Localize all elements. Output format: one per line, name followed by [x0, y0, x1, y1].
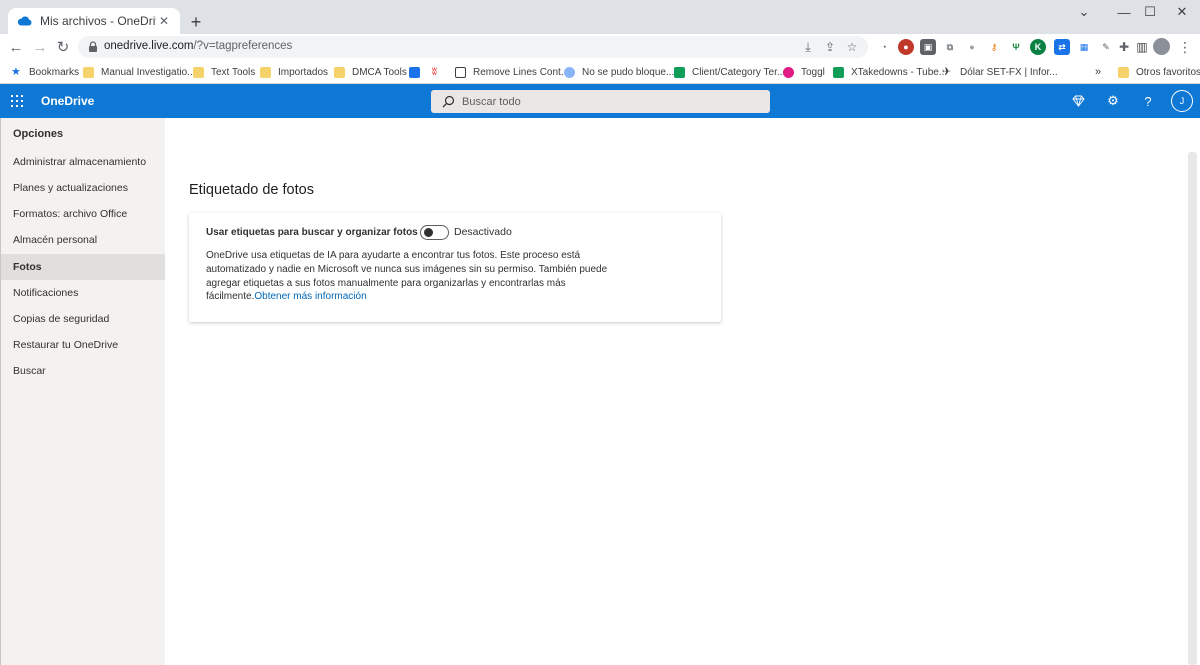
- install-app-icon[interactable]: ⤓: [800, 39, 816, 55]
- photo-tagging-toggle[interactable]: [420, 225, 449, 240]
- bookmark-item[interactable]: Text Tools: [193, 64, 255, 80]
- folder-icon: [83, 66, 94, 78]
- tab-title: Mis archivos - OneDrive: [40, 14, 156, 28]
- bookmark-squiggle-icon[interactable]: ʬ: [432, 64, 443, 80]
- bookmark-item[interactable]: Remove Lines Cont...: [455, 64, 569, 80]
- folder-icon: [260, 66, 271, 78]
- bookmark-item[interactable]: Toggl: [783, 64, 825, 80]
- help-icon[interactable]: ?: [1138, 91, 1158, 111]
- folder-icon: [193, 66, 204, 78]
- star-icon: ★: [11, 65, 21, 78]
- search-icon: [442, 95, 455, 108]
- premium-diamond-icon[interactable]: [1068, 91, 1088, 111]
- extension-adblock-icon[interactable]: ●: [898, 39, 914, 55]
- chart-icon: ✈: [942, 65, 952, 78]
- sidebar-item-almacen-personal[interactable]: Almacén personal: [1, 227, 166, 253]
- extension-translate-icon[interactable]: ⇄: [1054, 39, 1070, 55]
- bookmark-item[interactable]: DMCA Tools: [334, 64, 407, 80]
- toggl-icon: [783, 66, 794, 78]
- extension-eyedropper-icon[interactable]: ✎: [1098, 39, 1114, 55]
- bookmark-nine-icon[interactable]: [409, 64, 420, 80]
- sheets-icon: [674, 66, 685, 78]
- lock-icon: [86, 40, 100, 54]
- onedrive-header: OneDrive ⚙ ? J: [0, 84, 1200, 118]
- extension-fork-icon[interactable]: Ψ: [1008, 39, 1024, 55]
- extension-k-icon[interactable]: K: [1030, 39, 1046, 55]
- side-panel-icon[interactable]: ▥: [1134, 39, 1150, 55]
- options-sidebar: Opciones Administrar almacenamiento Plan…: [0, 118, 166, 665]
- browser-tab-strip: Mis archivos - OneDrive ✕ + ⌄ — ☐ ✕: [0, 0, 1200, 34]
- sidebar-item-notificaciones[interactable]: Notificaciones: [1, 280, 166, 306]
- folder-icon: [334, 66, 345, 78]
- bookmarks-bar: ★ Bookmarks Manual Investigatio... Text T…: [0, 60, 1200, 84]
- back-arrow-icon[interactable]: ←: [6, 37, 26, 57]
- maximize-icon[interactable]: ☐: [1132, 0, 1168, 24]
- onedrive-cloud-icon: [16, 13, 32, 29]
- toggle-knob: [424, 228, 433, 237]
- extension-grid-icon[interactable]: ▦: [1076, 39, 1092, 55]
- globe-icon: [564, 66, 575, 78]
- squiggle-icon: ʬ: [432, 66, 437, 78]
- sidebar-item-planes[interactable]: Planes y actualizaciones: [1, 175, 166, 201]
- extension-pages-icon[interactable]: ⧉: [942, 39, 958, 55]
- bookmark-item[interactable]: No se pudo bloque...: [564, 64, 674, 80]
- onedrive-brand[interactable]: OneDrive: [41, 94, 94, 108]
- photo-tagging-card: Usar etiquetas para buscar y organizar f…: [189, 213, 721, 322]
- browser-toolbar: ← → ↻ onedrive.live.com/?v=tagpreference…: [0, 34, 1200, 60]
- sidebar-item-copias-seguridad[interactable]: Copias de seguridad: [1, 306, 166, 332]
- learn-more-link[interactable]: Obtener más información: [254, 291, 366, 302]
- toggle-state-text: Desactivado: [454, 226, 512, 238]
- browser-tab[interactable]: Mis archivos - OneDrive ✕: [8, 8, 180, 34]
- browser-menu-icon[interactable]: ⋮: [1178, 38, 1192, 56]
- sidebar-title: Opciones: [13, 128, 64, 140]
- extension-key-icon[interactable]: ⚷: [986, 39, 1002, 55]
- bookmarks-overflow-button[interactable]: »: [1095, 64, 1101, 80]
- sidebar-item-fotos[interactable]: Fotos: [1, 254, 166, 280]
- sidebar-item-formatos[interactable]: Formatos: archivo Office: [1, 201, 166, 227]
- scrollbar-thumb[interactable]: [1188, 152, 1197, 665]
- new-tab-icon[interactable]: +: [186, 12, 206, 32]
- bookmark-item[interactable]: ✈ Dólar SET-FX | Infor...: [942, 64, 1058, 80]
- reload-icon[interactable]: ↻: [53, 37, 73, 57]
- close-tab-icon[interactable]: ✕: [156, 13, 172, 29]
- profile-avatar-icon[interactable]: [1153, 38, 1170, 55]
- extension-bulb-icon[interactable]: ●: [964, 39, 980, 55]
- extension-copy-icon[interactable]: ▣: [920, 39, 936, 55]
- bookmark-item[interactable]: Importados: [260, 64, 328, 80]
- page-icon: [455, 66, 466, 78]
- sheets-icon: [833, 66, 844, 78]
- extensions-puzzle-icon[interactable]: ✚: [1116, 39, 1132, 55]
- sidebar-item-administrar-almacenamiento[interactable]: Administrar almacenamiento: [1, 149, 166, 175]
- bookmark-item[interactable]: Manual Investigatio...: [83, 64, 196, 80]
- settings-gear-icon[interactable]: ⚙: [1103, 91, 1123, 111]
- extension-ghost-icon[interactable]: ◔: [876, 39, 892, 55]
- close-window-icon[interactable]: ✕: [1164, 0, 1200, 24]
- bookmark-star-icon[interactable]: ☆: [844, 39, 860, 55]
- forward-arrow-icon[interactable]: →: [30, 37, 50, 57]
- app-launcher-icon[interactable]: [11, 95, 23, 107]
- sidebar-item-restaurar[interactable]: Restaurar tu OneDrive: [1, 332, 166, 358]
- bookmark-item[interactable]: XTakedowns - Tube...: [833, 64, 947, 80]
- nine-icon: [409, 66, 420, 78]
- tagging-description: OneDrive usa etiquetas de IA para ayudar…: [206, 250, 608, 303]
- toggle-label: Usar etiquetas para buscar y organizar f…: [206, 227, 418, 238]
- main-content: Etiquetado de fotos Usar etiquetas para …: [165, 118, 1186, 665]
- search-input[interactable]: [462, 92, 762, 111]
- search-box[interactable]: [431, 90, 770, 113]
- account-avatar[interactable]: J: [1171, 90, 1193, 112]
- sidebar-item-buscar[interactable]: Buscar: [1, 358, 166, 384]
- other-bookmarks[interactable]: Otros favoritos: [1118, 64, 1200, 80]
- address-bar[interactable]: onedrive.live.com/?v=tagpreferences ⤓ ⇪ …: [78, 36, 868, 58]
- bookmark-item[interactable]: ★ Bookmarks: [11, 64, 79, 80]
- bookmark-item[interactable]: Client/Category Ter...: [674, 64, 785, 80]
- tab-search-chevron-icon[interactable]: ⌄: [1066, 0, 1102, 24]
- page-title: Etiquetado de fotos: [189, 182, 314, 198]
- url-text: onedrive.live.com/?v=tagpreferences: [104, 40, 293, 52]
- folder-icon: [1118, 66, 1129, 78]
- share-icon[interactable]: ⇪: [822, 39, 838, 55]
